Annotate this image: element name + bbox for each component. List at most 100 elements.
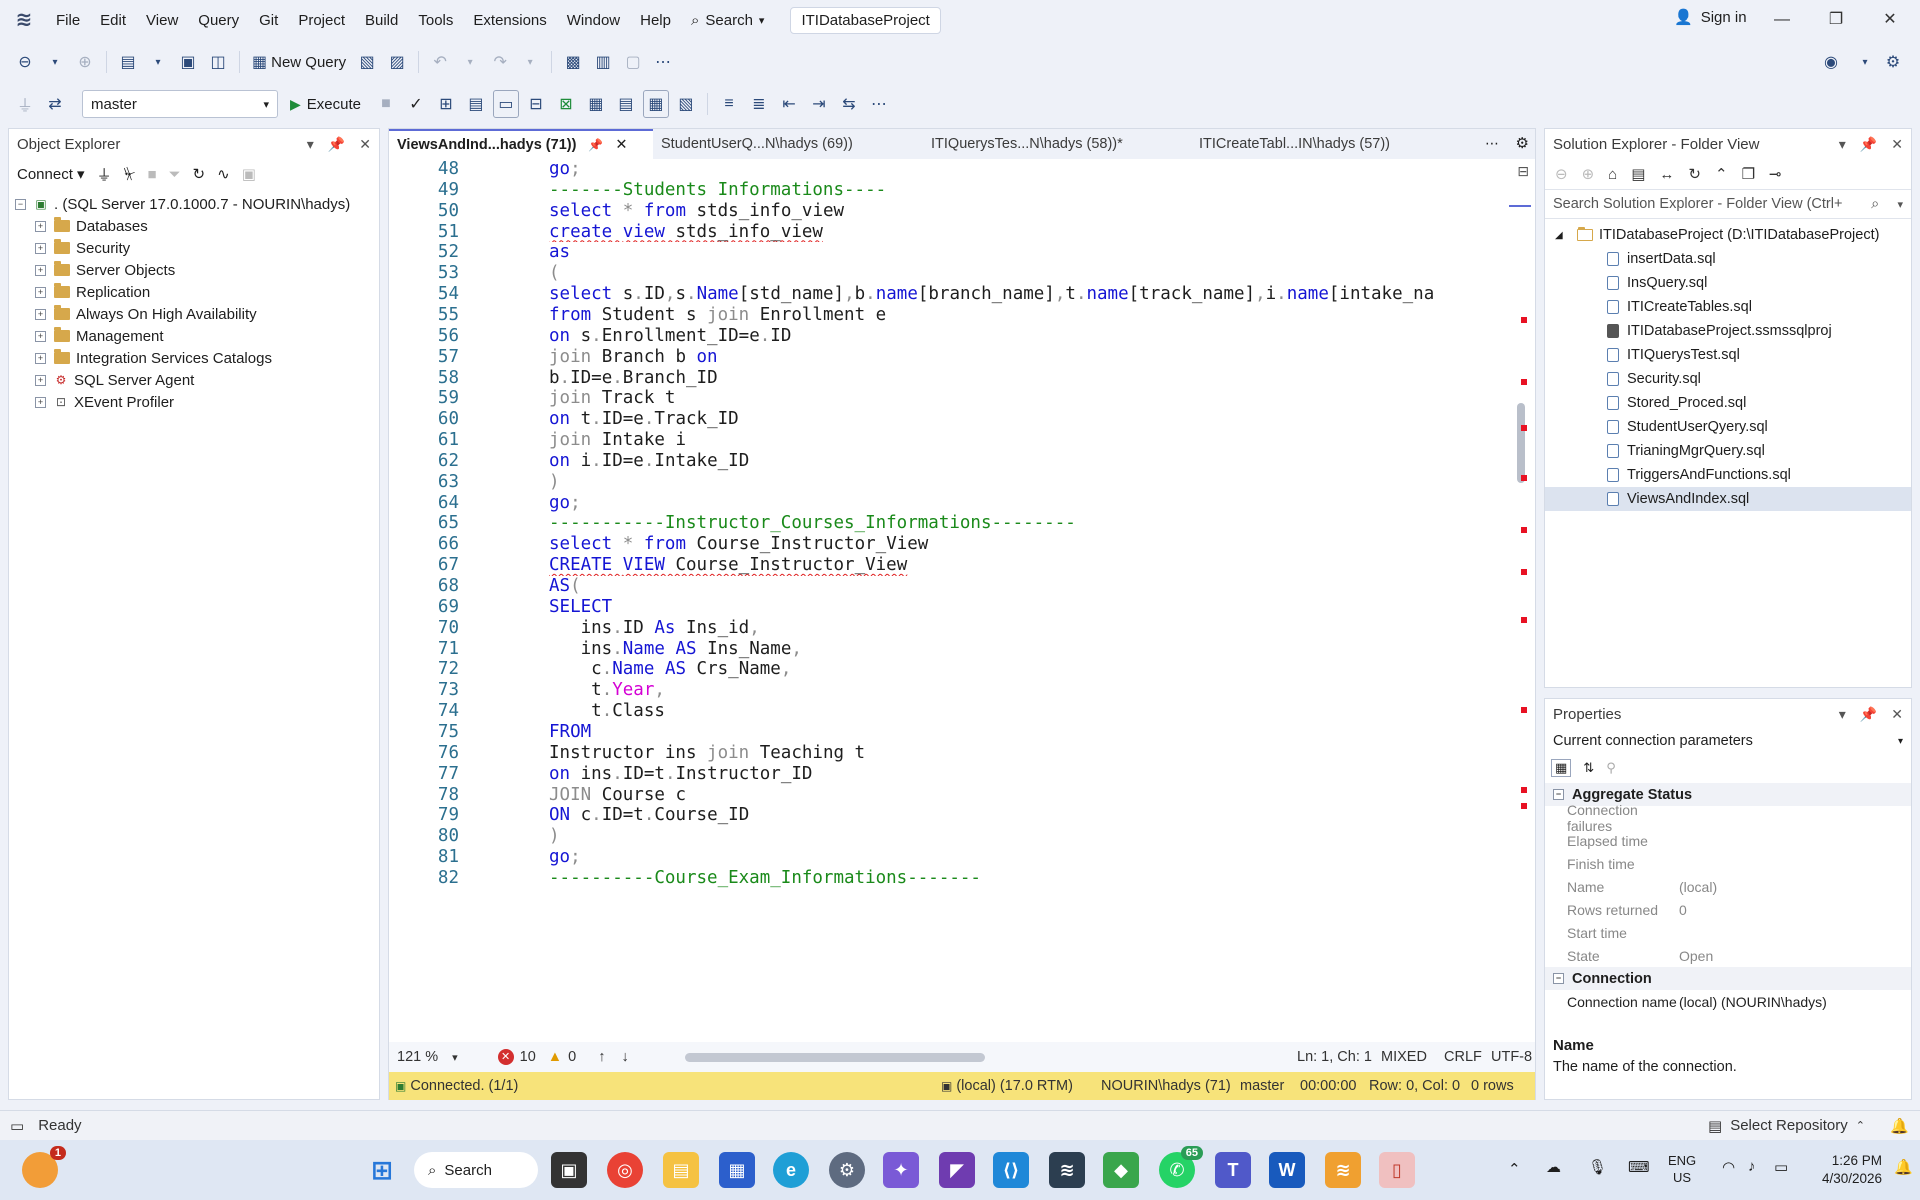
property-row[interactable]: Elapsed time — [1545, 829, 1911, 852]
pin-icon[interactable]: 📌 — [588, 138, 603, 152]
undo-icon[interactable]: ↶ — [427, 48, 453, 76]
dropdown-icon[interactable]: ▾ — [42, 48, 68, 76]
horizontal-scrollbar[interactable] — [684, 1052, 985, 1062]
next-error-icon[interactable]: ↓ — [621, 1049, 628, 1065]
file-item[interactable]: ViewsAndIndex.sql — [1545, 487, 1911, 511]
menu-query[interactable]: Query — [188, 6, 249, 35]
expand-icon[interactable]: + — [35, 374, 46, 386]
file-item[interactable]: ITIDatabaseProject.ssmssqlproj — [1545, 319, 1911, 343]
clock[interactable]: 1:26 PM 4/30/2026 — [1812, 1152, 1882, 1188]
output-icon[interactable]: ▭ — [10, 1117, 24, 1135]
chevron-down-icon[interactable]: ▾ — [1839, 136, 1846, 153]
uncomment-icon[interactable]: ≣ — [746, 90, 772, 118]
activity-monitor-icon[interactable]: ▩ — [560, 48, 586, 76]
specify-values-icon[interactable]: ⇆ — [836, 90, 862, 118]
database-select[interactable]: master ▾ — [82, 90, 278, 118]
forward-icon[interactable]: ⊕ — [1582, 165, 1595, 183]
tree-node-sql-server-agent[interactable]: + ⚙ SQL Server Agent — [9, 369, 379, 391]
results-text-icon[interactable]: ▤ — [613, 90, 639, 118]
select-repository-button[interactable]: ▤ Select Repository ⌃ — [1708, 1117, 1865, 1135]
menu-project[interactable]: Project — [288, 6, 355, 35]
query-options-icon[interactable]: ▤ — [463, 90, 489, 118]
chevron-down-icon[interactable]: ▾ — [1839, 706, 1846, 723]
scroll-thumb[interactable] — [1517, 403, 1525, 483]
copilot-icon[interactable]: ◉ — [1818, 48, 1844, 76]
save-icon[interactable]: ▣ — [175, 48, 201, 76]
sign-in-button[interactable]: 👤 Sign in — [1674, 8, 1747, 27]
disconnect-icon[interactable]: ⏧ — [124, 166, 136, 183]
start-icon[interactable]: ⊞ — [364, 1152, 400, 1188]
file-item[interactable]: StudentUserQyery.sql — [1545, 415, 1911, 439]
taskbar-search[interactable]: ⌕ Search — [414, 1152, 538, 1188]
redo-icon[interactable]: ↷ — [487, 48, 513, 76]
expand-icon[interactable]: + — [35, 308, 46, 320]
copy-icon[interactable]: ❐ — [1742, 165, 1755, 183]
task-view-icon[interactable]: ▣ — [551, 1152, 587, 1188]
tree-node-always-on-high-availability[interactable]: + Always On High Availability — [9, 303, 379, 325]
error-count[interactable]: ✕ 10 — [497, 1049, 536, 1065]
overflow-icon[interactable]: ⋯ — [866, 90, 892, 118]
word-icon[interactable]: W — [1269, 1152, 1305, 1188]
stop-icon[interactable]: ■ — [147, 166, 156, 183]
menu-git[interactable]: Git — [249, 6, 288, 35]
registered-servers-icon[interactable]: ▢ — [620, 48, 646, 76]
connect-dropdown[interactable]: Connect ▾ — [17, 165, 85, 183]
store-icon[interactable]: ▦ — [719, 1152, 755, 1188]
close-button[interactable]: ✕ — [1868, 6, 1912, 34]
intellisense-icon[interactable]: ▭ — [492, 90, 519, 118]
tree-node-management[interactable]: + Management — [9, 325, 379, 347]
filter-icon[interactable]: ⏷ — [169, 166, 181, 183]
activity-icon[interactable]: ∿ — [217, 165, 230, 183]
property-row[interactable]: Finish time — [1545, 852, 1911, 875]
sync-icon[interactable]: ↔ — [1659, 166, 1674, 183]
account-settings-icon[interactable]: ⚙ — [1880, 48, 1906, 76]
save-all-icon[interactable]: ◫ — [205, 48, 231, 76]
categorized-icon[interactable]: ▦ — [1551, 759, 1572, 777]
connect-icon[interactable]: ⏚ — [97, 164, 112, 185]
zoom-select[interactable]: 121 % ▾ — [397, 1049, 458, 1065]
tabs-mode[interactable]: MIXED — [1381, 1049, 1427, 1065]
collapse-icon[interactable]: − — [1553, 789, 1564, 800]
refresh-icon[interactable]: ↻ — [1688, 165, 1701, 183]
chevron-up-icon[interactable]: ⌃ — [1508, 1160, 1521, 1178]
tree-node-server-objects[interactable]: + Server Objects — [9, 259, 379, 281]
tree-node-xevent-profiler[interactable]: + ⊡ XEvent Profiler — [9, 391, 379, 413]
document-tab[interactable]: StudentUserQ...N\hadys (69)) — [653, 129, 923, 159]
language-indicator[interactable]: ENG US — [1668, 1152, 1696, 1186]
expand-icon[interactable]: + — [35, 286, 46, 298]
document-tab[interactable]: ITICreateTabl...IN\hadys (57)) — [1191, 129, 1451, 159]
line-ending[interactable]: CRLF — [1444, 1049, 1482, 1065]
battery-icon[interactable]: ▭ — [1774, 1158, 1788, 1176]
properties-icon[interactable]: ⊸ — [1769, 165, 1782, 183]
volume-icon[interactable]: ♪ — [1748, 1158, 1756, 1175]
ssms-icon[interactable]: ≋ — [1049, 1152, 1085, 1188]
ssms-logo-icon[interactable]: ≋ — [12, 8, 36, 32]
file-item[interactable]: ITIQuerysTest.sql — [1545, 343, 1911, 367]
settings-icon[interactable]: ⚙ — [829, 1152, 865, 1188]
file-item[interactable]: TrianingMgrQuery.sql — [1545, 439, 1911, 463]
comment-icon[interactable]: ≡ — [716, 90, 742, 118]
connect-icon[interactable]: ⏚ — [12, 90, 38, 118]
split-icon[interactable]: ⊟ — [1517, 163, 1529, 180]
actual-plan-icon[interactable]: ⊟ — [523, 90, 549, 118]
notification-center-icon[interactable]: 🔔 — [1894, 1158, 1913, 1176]
decrease-indent-icon[interactable]: ⇤ — [776, 90, 802, 118]
encoding[interactable]: UTF-8 — [1491, 1049, 1532, 1065]
file-item[interactable]: ITICreateTables.sql — [1545, 295, 1911, 319]
menu-view[interactable]: View — [136, 6, 188, 35]
mic-off-icon[interactable]: 🎙 — [1588, 1158, 1607, 1176]
server-node[interactable]: − ▣ . (SQL Server 17.0.1000.7 - NOURIN\h… — [9, 193, 379, 215]
warning-count[interactable]: ▲ 0 — [548, 1049, 576, 1065]
expand-icon[interactable]: + — [35, 352, 46, 364]
alphabetical-icon[interactable]: ⇅ — [1583, 760, 1594, 776]
refresh-icon[interactable]: ↻ — [193, 165, 206, 183]
property-row[interactable]: Name (local) — [1545, 875, 1911, 898]
summary-icon[interactable]: ▣ — [242, 165, 256, 183]
back-icon[interactable]: ⊖ — [12, 48, 38, 76]
visual-studio-icon[interactable]: ◤ — [939, 1152, 975, 1188]
notifications-icon[interactable]: 🔔 — [1890, 1117, 1909, 1135]
collapse-all-icon[interactable]: ⌃ — [1715, 165, 1728, 183]
expand-icon[interactable]: + — [35, 242, 46, 254]
document-tab[interactable]: ITIQuerysTes...N\hadys (58))* — [923, 129, 1191, 159]
property-row[interactable]: Rows returned 0 — [1545, 898, 1911, 921]
